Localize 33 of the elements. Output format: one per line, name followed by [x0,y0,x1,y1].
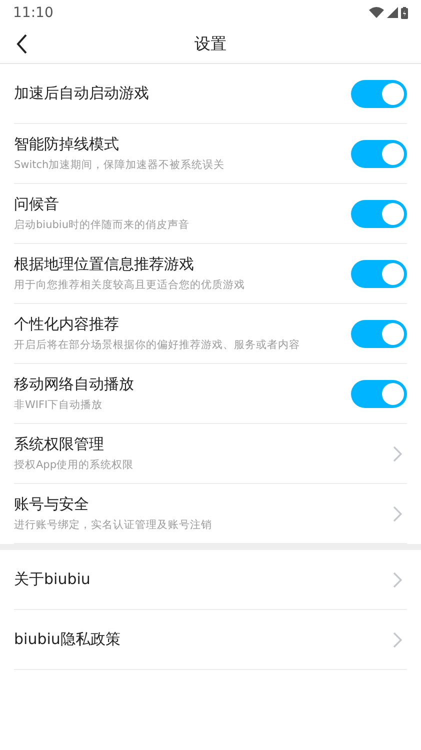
page-title: 设置 [194,34,226,54]
toggle-switch[interactable] [351,320,407,348]
chevron-icon[interactable] [393,506,402,522]
toggle-switch[interactable] [351,380,407,408]
battery-icon [401,6,408,18]
setting-title: 智能防掉线模式 [14,135,120,154]
toggle-switch[interactable] [351,200,407,228]
chevron-icon[interactable] [393,632,402,648]
setting-title: 根据地理位置信息推荐游戏 [14,255,195,274]
setting-title: 账号与安全 [14,495,90,514]
setting-description: Switch加速期间，保障加速器不被系统误关 [14,158,225,172]
setting-description: 非WIFI下自动播放 [14,398,104,412]
setting-description: 开启后将在部分场景根据你的偏好推荐游戏、服务或者内容 [14,338,300,352]
setting-title: biubiu隐私政策 [14,630,120,649]
status-time: 11:10 [13,4,54,20]
setting-title: 加速后自动启动游戏 [14,84,149,103]
chevron-icon[interactable] [393,446,402,462]
toggle-switch[interactable] [351,80,407,108]
signal-icon [387,7,398,18]
setting-title: 系统权限管理 [14,435,105,454]
toggle-switch[interactable] [351,260,407,288]
toggle-switch[interactable] [351,140,407,168]
setting-title: 问候音 [14,195,60,214]
back-icon[interactable] [16,34,28,54]
setting-title: 个性化内容推荐 [14,315,120,334]
setting-description: 授权App使用的系统权限 [14,458,134,472]
setting-title: 移动网络自动播放 [14,375,134,394]
chevron-icon[interactable] [393,572,402,588]
setting-title: 关于biubiu [14,570,90,589]
setting-description: 启动biubiu时的伴随而来的俏皮声音 [14,218,190,232]
setting-description: 用于向您推荐相关度较高且更适合您的优质游戏 [14,278,245,292]
setting-description: 进行账号绑定，实名认证管理及账号注销 [14,518,212,532]
wifi-icon [369,7,384,18]
